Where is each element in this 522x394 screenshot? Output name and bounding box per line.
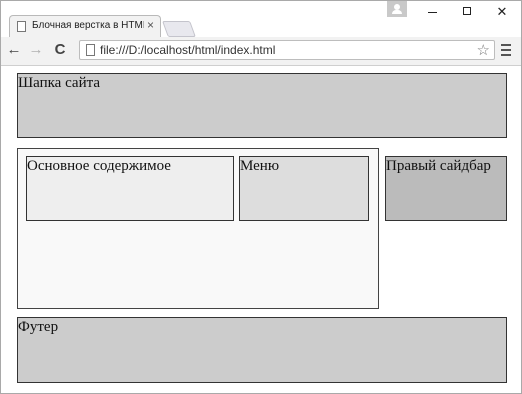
minimize-icon[interactable] bbox=[415, 1, 449, 23]
browser-window: Блочная верстка в HTML × ✕ ← → C file://… bbox=[0, 0, 522, 394]
menu-icon[interactable] bbox=[501, 44, 511, 59]
document-icon bbox=[86, 44, 95, 56]
browser-tab[interactable]: Блочная верстка в HTML × bbox=[9, 15, 161, 37]
page-viewport: Шапка сайта Основное содержимое Меню Пра… bbox=[1, 66, 521, 393]
address-bar[interactable]: file:///D:/localhost/html/index.html ☆ bbox=[79, 40, 495, 60]
site-footer: Футер bbox=[17, 317, 507, 383]
back-arrow-icon[interactable]: ← bbox=[5, 41, 23, 59]
site-header: Шапка сайта bbox=[17, 73, 507, 138]
new-tab-button[interactable] bbox=[162, 21, 196, 37]
bookmark-star-icon[interactable]: ☆ bbox=[477, 41, 490, 59]
toolbar: ← → C file:///D:/localhost/html/index.ht… bbox=[1, 37, 521, 66]
tab-title: Блочная верстка в HTML bbox=[32, 20, 144, 31]
right-sidebar: Правый сайдбар bbox=[385, 156, 507, 221]
page-icon bbox=[17, 21, 26, 32]
title-bar: Блочная верстка в HTML × ✕ bbox=[1, 1, 521, 37]
close-icon[interactable]: ✕ bbox=[485, 1, 519, 23]
maximize-icon[interactable] bbox=[450, 1, 484, 23]
profile-icon[interactable] bbox=[387, 1, 407, 17]
forward-arrow-icon[interactable]: → bbox=[27, 41, 45, 59]
main-content: Основное содержимое bbox=[26, 156, 234, 221]
menu-block: Меню bbox=[239, 156, 369, 221]
address-text[interactable]: file:///D:/localhost/html/index.html bbox=[100, 43, 275, 57]
reload-icon[interactable]: C bbox=[51, 41, 69, 59]
tab-close-icon[interactable]: × bbox=[147, 18, 154, 32]
